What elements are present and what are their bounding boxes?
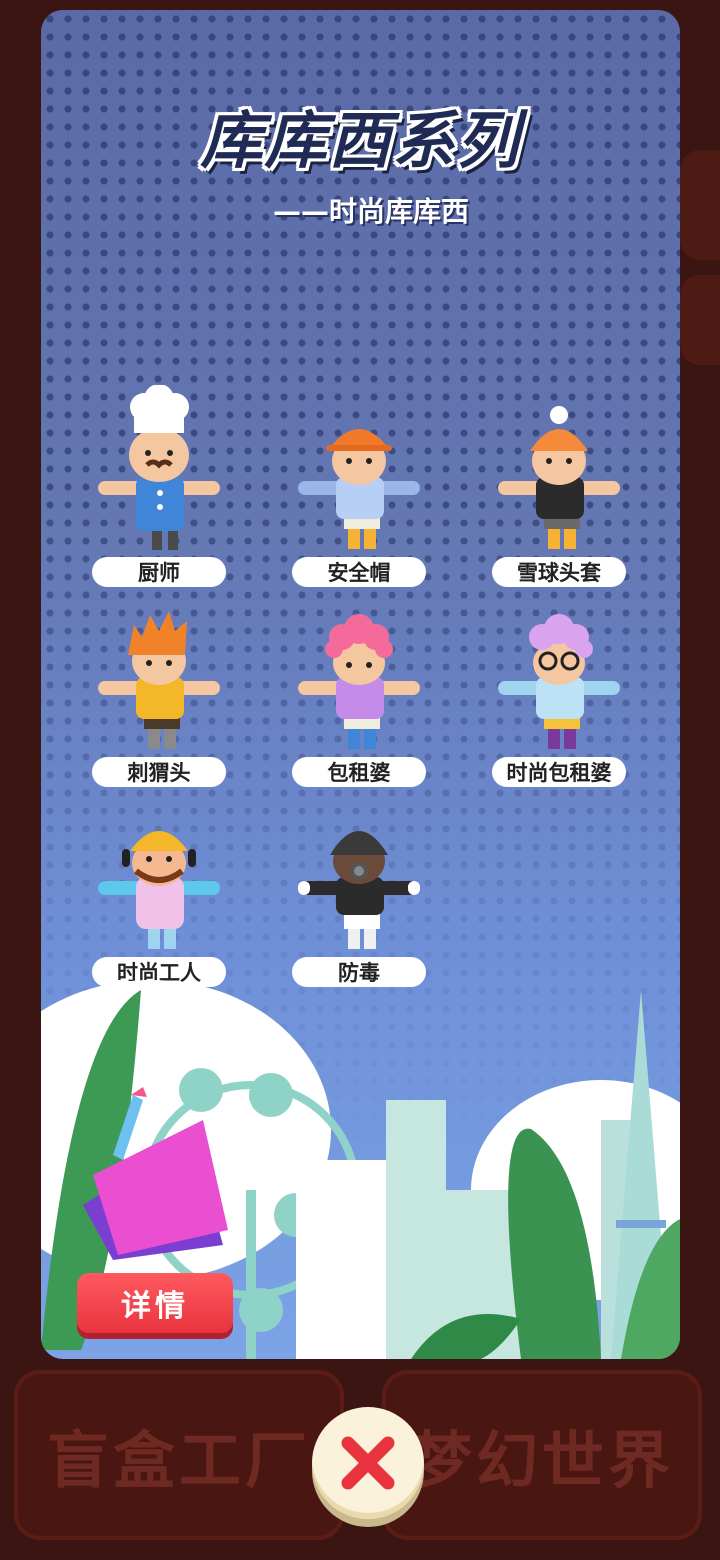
series-subtitle: ——时尚库库西 bbox=[273, 195, 470, 228]
fashion-worker-figure-icon bbox=[98, 831, 220, 949]
fashion-landlady-figure-icon bbox=[498, 614, 620, 749]
figure-label: 刺猬头 bbox=[92, 757, 226, 787]
background-dream-world-button: 梦幻世界 bbox=[382, 1370, 702, 1540]
safety-helmet-figure-icon bbox=[298, 429, 420, 549]
gas-mask-figure-icon bbox=[298, 831, 420, 949]
figure-item-fashion-landlady[interactable]: 时尚包租婆 bbox=[492, 585, 626, 795]
figure-item-fashion-worker[interactable]: 时尚工人 bbox=[92, 785, 226, 995]
figure-label: 安全帽 bbox=[292, 557, 426, 587]
close-button[interactable] bbox=[312, 1407, 424, 1519]
close-x-icon bbox=[341, 1436, 395, 1490]
detail-button[interactable]: 详情 bbox=[77, 1273, 233, 1333]
series-title: 库库西系列 bbox=[200, 104, 521, 177]
figure-label: 时尚包租婆 bbox=[492, 757, 626, 787]
figure-label: 包租婆 bbox=[292, 757, 426, 787]
figure-label: 厨师 bbox=[92, 557, 226, 587]
background-side-tab bbox=[680, 150, 720, 260]
landlady-figure-icon bbox=[298, 614, 420, 749]
hedgehog-hair-figure-icon bbox=[98, 611, 220, 749]
background-blindbox-factory-button: 盲盒工厂 bbox=[14, 1370, 344, 1540]
notebook-pencil-icon bbox=[83, 1087, 228, 1260]
figure-label: 雪球头套 bbox=[492, 557, 626, 587]
snowball-hat-figure-icon bbox=[498, 406, 620, 549]
chef-figure-icon bbox=[98, 385, 220, 550]
figure-item-landlady[interactable]: 包租婆 bbox=[292, 585, 426, 795]
figure-item-safety-helmet[interactable]: 安全帽 bbox=[292, 385, 426, 595]
series-card: 库库西系列 ——时尚库库西 厨师 安全帽 雪球头套 刺猬头 包租婆 时尚包租婆 … bbox=[41, 10, 680, 1359]
figure-item-hedgehog-hair[interactable]: 刺猬头 bbox=[92, 585, 226, 795]
figure-item-chef[interactable]: 厨师 bbox=[92, 385, 226, 595]
figure-item-gas-mask[interactable]: 防毒 bbox=[292, 785, 426, 995]
figure-item-snowball-hat[interactable]: 雪球头套 bbox=[492, 385, 626, 595]
background-side-tab bbox=[680, 275, 720, 365]
